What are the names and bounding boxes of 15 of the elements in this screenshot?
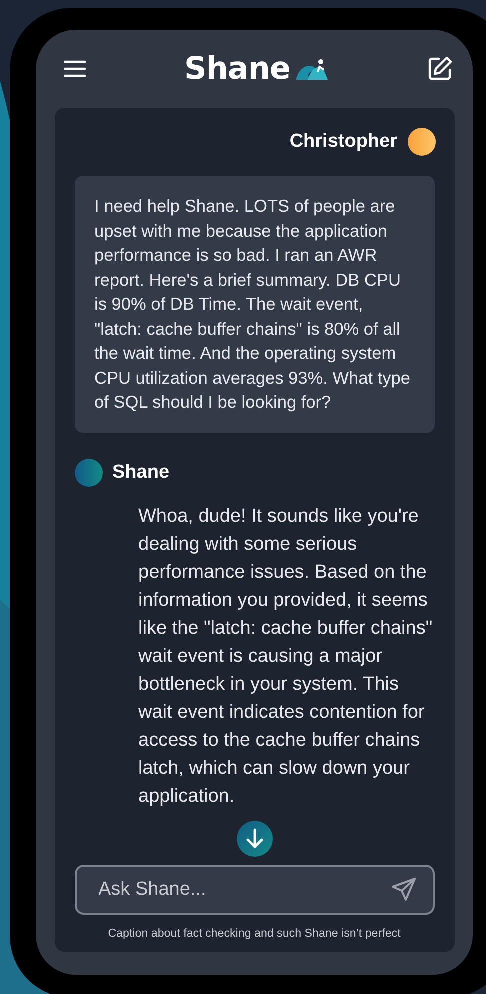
message-field[interactable]: Ask Shane... [74,865,434,915]
send-icon[interactable] [390,877,416,903]
wave-logo-icon [296,58,328,80]
app-title: Shane [184,51,290,87]
author-name: Shane [112,462,170,484]
disclaimer-caption: Caption about fact checking and such Shane isn’t perfect [107,927,402,940]
menu-icon[interactable] [64,60,86,78]
avatar-icon [74,458,102,486]
message-text: Whoa, dude! It sounds like you're dealing with some serious performance issues. Based on the information you provided, it seems like the "latch: cache buffer chains" wait event is causing a major bottleneck in your system. This wait event indicates contention for access to the cache buffer chains latch, which can slow down your application. [138,504,434,808]
arrow-down-icon [244,828,264,850]
avatar-icon [408,128,436,156]
edit-icon[interactable] [426,56,453,82]
scroll-down-button[interactable] [236,821,272,857]
message-text: I need help Shane. LOTS of people are upset with me because the application performance is so bad. I ran an AWR report. Here's a brief summary. DB CPU is 90% of DB Time. The wait event, "latch: cache buffer chains" is 80% of all the wait time. And the operating system CPU utilization averages 93%. What type of SQL should I be looking for? [74,176,434,432]
author-name: Christopher [290,131,398,153]
